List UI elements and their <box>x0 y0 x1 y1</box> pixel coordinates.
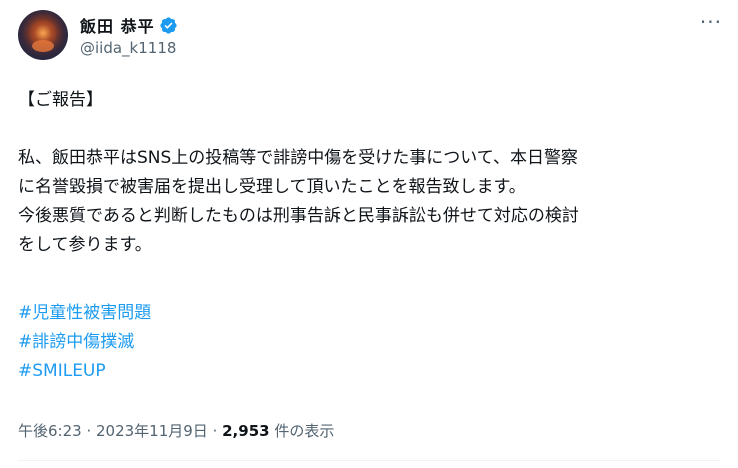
hashtag-link[interactable]: #誹謗中傷撲滅 <box>18 328 718 357</box>
tweet-line: に名誉毀損で被害届を提出し受理して頂いたことを報告致します。 <box>18 177 526 197</box>
tweet-header: 飯田 恭平 @iida_k1118 <box>18 10 178 60</box>
tweet-time[interactable]: 午後6:23 <box>18 422 82 440</box>
tweet-line: 私、飯田恭平はSNS上の投稿等で誹謗中傷を受けた事について、本日警察 <box>18 148 578 168</box>
hashtag-link[interactable]: #児童性被害問題 <box>18 299 718 328</box>
author-info: 飯田 恭平 @iida_k1118 <box>80 13 178 57</box>
tweet-card: 飯田 恭平 @iida_k1118 ··· 【ご報告】 私、飯田恭平はSNS上の… <box>0 0 738 468</box>
more-options-icon[interactable]: ··· <box>700 12 722 32</box>
view-count: 2,953 <box>222 422 270 440</box>
tweet-text: 【ご報告】 私、飯田恭平はSNS上の投稿等で誹謗中傷を受けた事について、本日警察… <box>18 86 718 386</box>
display-name[interactable]: 飯田 恭平 <box>80 13 155 37</box>
divider <box>18 460 720 461</box>
view-suffix: 件の表示 <box>269 422 335 440</box>
avatar[interactable] <box>18 10 68 60</box>
tweet-line: 今後悪質であると判断したものは刑事告訴と民事訴訟も併せて対応の検討 <box>18 206 579 226</box>
meta-separator: · <box>81 422 96 440</box>
tweet-date[interactable]: 2023年11月9日 <box>96 422 208 440</box>
tweet-meta: 午後6:23 · 2023年11月9日 · 2,953 件の表示 <box>18 420 334 441</box>
tweet-line: 【ご報告】 <box>18 90 103 110</box>
hashtag-link[interactable]: #SMILEUP <box>18 357 718 386</box>
verified-badge-icon <box>159 16 177 34</box>
meta-separator: · <box>207 422 223 440</box>
handle[interactable]: @iida_k1118 <box>80 39 178 57</box>
tweet-line: をして参ります。 <box>18 235 152 255</box>
